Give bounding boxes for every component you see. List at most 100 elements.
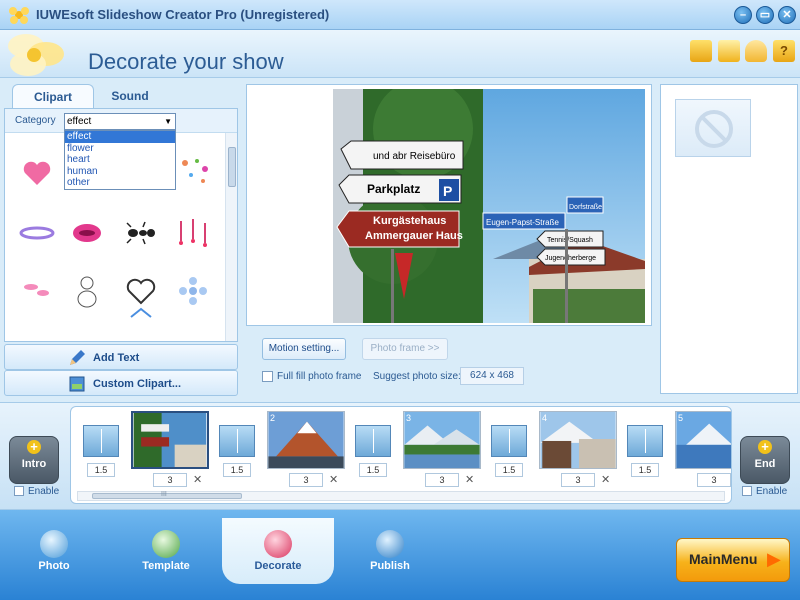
clipart-drops[interactable] [173,213,213,253]
clipart-feathers[interactable] [17,271,57,311]
slide-index: 4 [542,413,548,423]
slide-thumbnail[interactable] [539,411,617,469]
nav-publish[interactable]: Publish [350,530,430,592]
nav-photo-label: Photo [38,560,70,572]
custom-clipart-button[interactable]: Custom Clipart... [4,370,238,396]
clipart-outline-heart[interactable] [121,271,161,311]
dropdown-option-human[interactable]: human [65,166,175,178]
minimize-button[interactable]: – [734,6,752,24]
template-icon [152,530,180,558]
svg-text:P: P [443,183,452,199]
transition-item[interactable]: 1.5 [355,419,391,481]
slide-thumbnail[interactable] [403,411,481,469]
restore-button[interactable]: ▭ [756,6,774,24]
delete-icon[interactable]: ✕ [465,473,474,486]
end-enable-label: Enable [756,486,788,497]
svg-text:Kurgästehaus: Kurgästehaus [373,215,446,227]
close-icon: ✕ [782,9,792,21]
transition-duration[interactable]: 1.5 [359,463,387,477]
photo-icon [40,530,68,558]
intro-enable-label: Enable [28,486,60,497]
slide-duration[interactable]: 3 [561,473,595,487]
custom-clipart-label: Custom Clipart... [93,378,182,390]
save-icon[interactable] [718,40,740,62]
nav-decorate[interactable]: Decorate [238,530,318,592]
transition-icon [627,425,663,457]
strip-scrollbar[interactable]: III [77,491,725,501]
clipart-ant[interactable] [121,213,161,253]
nav-photo[interactable]: Photo [14,530,94,592]
slide-index: 5 [678,413,684,423]
frame-preview-panel [660,84,798,394]
help-icon[interactable]: ? [773,40,795,62]
delete-icon[interactable]: ✕ [329,473,338,486]
nav-template[interactable]: Template [126,530,206,592]
transition-item[interactable]: 1.5 [491,419,527,481]
slide-item[interactable]: 3 3 ✕ [403,411,481,489]
full-fill-checkbox[interactable] [262,371,273,382]
add-text-button[interactable]: Add Text [4,344,238,370]
clipart-pink-heart[interactable] [17,153,57,193]
slide-thumbnail[interactable] [675,411,732,469]
close-button[interactable]: ✕ [778,6,796,24]
transition-duration[interactable]: 1.5 [87,463,115,477]
svg-text:Jugendherberge: Jugendherberge [545,255,596,262]
delete-icon[interactable]: ✕ [193,473,202,486]
category-select[interactable]: effect ▼ [64,113,176,130]
slide-duration[interactable]: 3 [289,473,323,487]
clipart-outline-figure[interactable] [67,271,107,311]
user-icon[interactable] [745,40,767,62]
clipart-confetti[interactable] [175,153,215,193]
clipart-blue-flower[interactable] [173,271,213,311]
dropdown-option-flower[interactable]: flower [65,143,175,155]
tab-clipart[interactable]: Clipart [12,84,94,109]
svg-text:Tennis/Squash: Tennis/Squash [547,237,593,244]
transition-duration[interactable]: 1.5 [223,463,251,477]
transition-item[interactable]: 1.5 [627,419,663,481]
preview-panel: und abr Reisebüro Parkplatz P Kurgästeha… [246,84,652,326]
end-enable-checkbox[interactable] [742,486,752,496]
dropdown-option-heart[interactable]: heart [65,154,175,166]
clipart-image-icon [69,376,85,392]
clipart-partial[interactable] [121,307,161,321]
dropdown-option-effect[interactable]: effect [65,131,175,143]
clipart-scrollbar[interactable] [225,133,237,341]
publish-icon [376,530,404,558]
sign-dorfstrasse: Dorfstraße [566,196,604,214]
main-menu-button[interactable]: MainMenu ▶ [676,538,790,582]
sign-kurgaestehaus: Kurgästehaus Ammergauer Haus [336,210,463,248]
preview-photo[interactable]: und abr Reisebüro Parkplatz P Kurgästeha… [333,89,645,323]
svg-text:und abr Reisebüro: und abr Reisebüro [373,151,456,162]
transition-item[interactable]: 1.5 [219,419,255,481]
main-menu-label: MainMenu [689,551,758,567]
slide-item[interactable]: 3 ✕ [131,411,209,489]
full-fill-label: Full fill photo frame [277,371,362,382]
scrollbar-thumb[interactable] [228,147,236,187]
intro-enable-checkbox[interactable] [14,486,24,496]
tab-sound[interactable]: Sound [90,84,170,109]
dropdown-option-other[interactable]: other [65,177,175,189]
slide-thumbnail[interactable] [267,411,345,469]
slide-duration[interactable]: 3 [425,473,459,487]
scrollbar-thumb[interactable]: III [92,491,242,499]
transition-icon [219,425,255,457]
slide-item[interactable]: 5 3 [675,411,732,489]
sign-eugen-papst: Eugen-Papst-Straße [482,212,566,230]
slide-item[interactable]: 4 3 ✕ [539,411,617,489]
slide-index: 2 [270,413,276,423]
intro-button[interactable]: + Intro [9,436,59,484]
transition-duration[interactable]: 1.5 [495,463,523,477]
clipart-halo[interactable] [17,213,57,253]
transition-duration[interactable]: 1.5 [631,463,659,477]
clipart-lips[interactable] [67,213,107,253]
slide-duration[interactable]: 3 [697,473,731,487]
delete-icon[interactable]: ✕ [601,473,610,486]
folder-icon[interactable] [690,40,712,62]
slide-item[interactable]: 2 3 ✕ [267,411,345,489]
slide-thumbnail[interactable] [131,411,209,469]
end-button[interactable]: + End [740,436,790,484]
motion-setting-button[interactable]: Motion setting... [262,338,346,360]
transition-item[interactable]: 1.5 [83,419,119,481]
slide-duration[interactable]: 3 [153,473,187,487]
photo-frame-button[interactable]: Photo frame >> [362,338,448,360]
